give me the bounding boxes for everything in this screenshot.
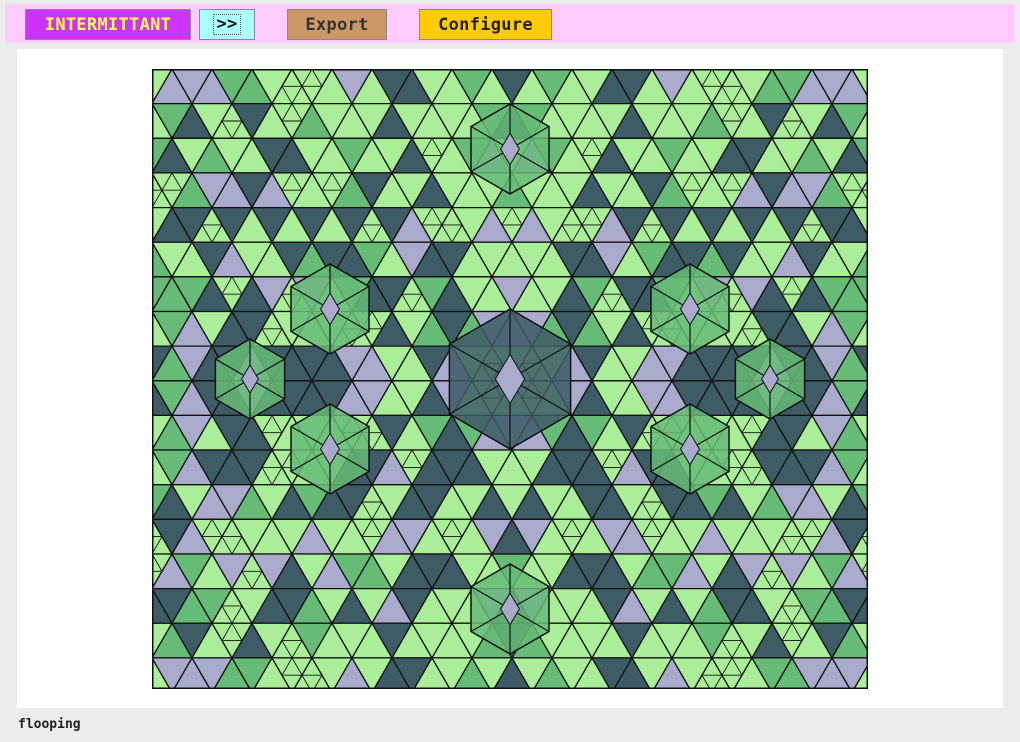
tiling-pattern-canvas[interactable] <box>152 69 868 689</box>
configure-button[interactable]: Configure <box>419 9 552 40</box>
intermittant-button[interactable]: INTERMITTANT <box>25 9 191 40</box>
tiling-triangles <box>152 69 868 689</box>
next-button[interactable]: >> <box>199 9 255 40</box>
status-text: flooping <box>18 717 81 732</box>
export-button[interactable]: Export <box>287 9 387 40</box>
canvas-panel <box>17 49 1003 708</box>
toolbar: INTERMITTANT >> Export Configure <box>5 4 1015 43</box>
next-button-label: >> <box>213 14 241 35</box>
